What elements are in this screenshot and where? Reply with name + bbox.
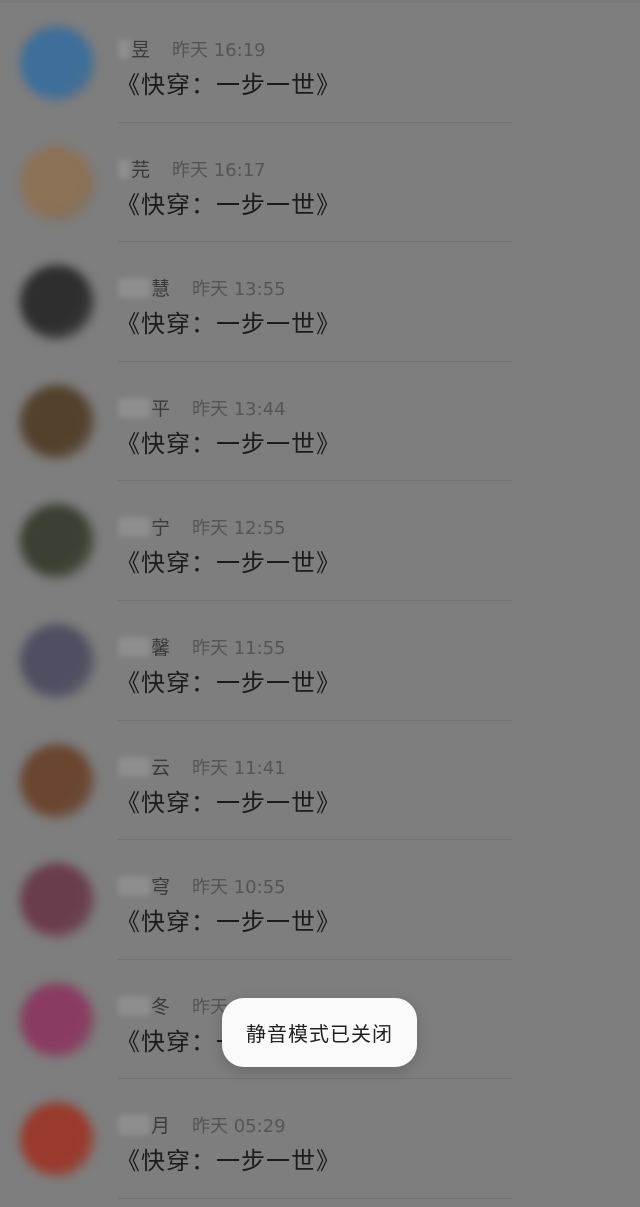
avatar[interactable]	[20, 26, 94, 100]
message-preview: 《快穿：一步一世》	[116, 669, 341, 697]
contact-name: 冬	[118, 992, 170, 1019]
message-time: 昨天 12:55	[192, 518, 286, 540]
avatar[interactable]	[20, 743, 94, 818]
contact-name: 慧	[118, 274, 170, 301]
conversation-row[interactable]: 平 昨天 13:44 《快穿：一步一世》	[0, 362, 640, 482]
toast-notification: 静音模式已关闭	[222, 998, 417, 1067]
contact-name: 馨	[118, 633, 170, 660]
contact-name-visible: 月	[151, 1115, 171, 1138]
redacted-name	[118, 158, 130, 179]
avatar[interactable]	[20, 863, 94, 938]
message-time: 昨天 16:17	[172, 159, 266, 181]
contact-name: 昱	[118, 35, 150, 62]
contact-name-visible: 芫	[131, 158, 151, 181]
contact-name: 月	[118, 1111, 170, 1138]
toast-message: 静音模式已关闭	[246, 1022, 393, 1046]
message-time: 昨天 13:44	[192, 398, 286, 420]
conversation-row[interactable]: 云 昨天 11:41 《快穿：一步一世》	[0, 721, 640, 841]
contact-name-visible: 云	[151, 756, 171, 779]
message-preview: 《快穿：一步一世》	[116, 1147, 341, 1176]
conversation-row[interactable]: 穹 昨天 10:55 《快穿：一步一世》	[0, 840, 640, 960]
redacted-name	[118, 39, 130, 59]
contact-name-visible: 慧	[151, 278, 171, 301]
redacted-name	[118, 637, 150, 657]
contact-name: 穹	[118, 872, 170, 899]
message-time: 昨天 10:55	[192, 877, 286, 899]
contact-name: 平	[118, 394, 170, 421]
message-preview: 《快穿：一步一世》	[116, 190, 341, 219]
conversation-row[interactable]: 慧 昨天 13:55 《快穿：一步一世》	[0, 242, 640, 362]
message-time: 昨天 05:29	[192, 1116, 286, 1138]
contact-name-visible: 穹	[151, 876, 171, 899]
row-divider	[118, 1197, 512, 1199]
avatar[interactable]	[20, 384, 94, 459]
redacted-name	[118, 397, 150, 418]
message-preview: 《快穿：一步一世》	[116, 429, 341, 458]
contact-name: 宁	[118, 513, 170, 540]
avatar[interactable]	[20, 504, 94, 579]
message-preview: 《快穿：一步一世》	[116, 310, 341, 339]
message-preview: 《快穿：一步一世》	[116, 549, 341, 578]
message-preview: 《快穿：一步一世》	[116, 788, 341, 817]
contact-name-visible: 昱	[131, 39, 151, 61]
conversation-row[interactable]: 月 昨天 05:29 《快穿：一步一世》	[0, 1079, 640, 1199]
message-preview: 《快穿：一步一世》	[116, 908, 341, 937]
contact-name-visible: 平	[151, 397, 171, 420]
contact-name-visible: 冬	[151, 995, 171, 1018]
message-time: 昨天 13:55	[192, 279, 286, 301]
conversation-row[interactable]: 芫 昨天 16:17 《快穿：一步一世》	[0, 123, 640, 243]
avatar[interactable]	[20, 265, 94, 340]
avatar[interactable]	[20, 982, 94, 1057]
redacted-name	[118, 995, 150, 1016]
contact-name: 芫	[118, 155, 150, 182]
contact-name: 云	[118, 753, 170, 780]
redacted-name	[118, 756, 150, 777]
redacted-name	[118, 278, 150, 299]
conversation-row[interactable]: 昱 昨天 16:19 《快穿：一步一世》	[0, 3, 640, 123]
message-preview: 《快穿：一步一世》	[116, 71, 341, 99]
conversation-row[interactable]: 馨 昨天 11:55 《快穿：一步一世》	[0, 601, 640, 721]
avatar[interactable]	[20, 624, 94, 698]
redacted-name	[118, 1115, 150, 1136]
avatar[interactable]	[20, 1102, 94, 1177]
contact-name-visible: 宁	[151, 517, 171, 540]
avatar[interactable]	[20, 145, 94, 220]
message-time: 昨天 16:19	[172, 40, 266, 61]
conversation-row[interactable]: 宁 昨天 12:55 《快穿：一步一世》	[0, 481, 640, 601]
message-time: 昨天 11:55	[192, 638, 286, 659]
redacted-name	[118, 876, 150, 897]
message-time: 昨天 11:41	[192, 757, 286, 779]
redacted-name	[118, 517, 150, 538]
contact-name-visible: 馨	[151, 637, 171, 659]
